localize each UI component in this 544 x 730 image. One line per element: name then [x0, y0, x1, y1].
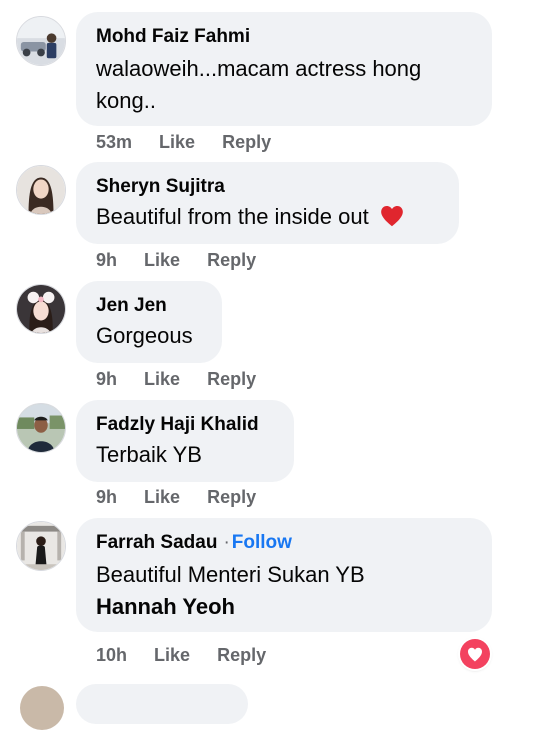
heart-icon — [468, 647, 482, 662]
like-button[interactable]: Like — [159, 132, 195, 153]
separator-dot: · — [223, 532, 230, 553]
reply-button[interactable]: Reply — [207, 250, 256, 271]
comment-text-line: walaoweih...macam actress hong — [96, 56, 422, 81]
profile-photo-icon — [17, 285, 65, 333]
follow-button[interactable]: Follow — [232, 532, 292, 553]
like-button[interactable]: Like — [144, 487, 180, 508]
profile-photo-icon — [17, 404, 65, 452]
like-button[interactable]: Like — [144, 250, 180, 271]
comment-text: Beautiful from the inside out — [96, 201, 439, 233]
mention-link[interactable]: Hannah Yeoh — [96, 591, 472, 623]
comment-time[interactable]: 9h — [96, 369, 117, 390]
comment-text: Terbaik YB — [96, 442, 202, 467]
comment-actions: 9h Like Reply — [96, 250, 256, 271]
like-button[interactable]: Like — [154, 645, 190, 666]
avatar[interactable] — [16, 284, 66, 334]
avatar[interactable] — [20, 686, 64, 730]
comment-bubble — [76, 684, 248, 724]
profile-photo-icon — [17, 522, 65, 570]
like-button[interactable]: Like — [144, 369, 180, 390]
comment-text-content: Beautiful from the inside out — [96, 204, 369, 229]
avatar[interactable] — [16, 16, 66, 66]
comment-bubble: Fadzly Haji Khalid Terbaik YB — [76, 400, 294, 482]
comment-time[interactable]: 10h — [96, 645, 127, 666]
reply-button[interactable]: Reply — [207, 369, 256, 390]
comment-actions: 9h Like Reply — [96, 487, 256, 508]
comment-bubble: Mohd Faiz Fahmi walaoweih...macam actres… — [76, 12, 492, 126]
comment-bubble: Sheryn Sujitra Beautiful from the inside… — [76, 162, 459, 244]
comment-text: Gorgeous — [96, 323, 193, 348]
reply-button[interactable]: Reply — [222, 132, 271, 153]
love-reaction-icon[interactable] — [460, 639, 490, 669]
comment-time[interactable]: 53m — [96, 132, 132, 153]
comment-actions: 10h Like Reply — [96, 645, 266, 666]
comment-author[interactable]: Jen Jen — [96, 293, 202, 319]
reply-button[interactable]: Reply — [207, 487, 256, 508]
profile-photo-icon — [17, 17, 65, 65]
comment-bubble: Farrah Sadau · Follow Beautiful Menteri Su… — [76, 518, 492, 632]
comment-author[interactable]: Farrah Sadau — [96, 532, 217, 553]
red-heart-emoji-icon — [381, 206, 403, 227]
comment-author[interactable]: Sheryn Sujitra — [96, 174, 439, 200]
comment-actions: 53m Like Reply — [96, 132, 271, 153]
comment-author[interactable]: Mohd Faiz Fahmi — [96, 24, 472, 50]
comment-time[interactable]: 9h — [96, 250, 117, 271]
comment-author-row: Farrah Sadau · Follow — [96, 530, 472, 556]
comment-actions: 9h Like Reply — [96, 369, 256, 390]
comment-time[interactable]: 9h — [96, 487, 117, 508]
comment-bubble: Jen Jen Gorgeous — [76, 281, 222, 363]
comment-text: Beautiful Menteri Sukan YB — [96, 562, 365, 587]
profile-photo-icon — [17, 166, 65, 214]
avatar[interactable] — [16, 165, 66, 215]
comment-author[interactable]: Fadzly Haji Khalid — [96, 412, 274, 438]
reply-button[interactable]: Reply — [217, 645, 266, 666]
comment-text-line: kong.. — [96, 88, 156, 113]
avatar[interactable] — [16, 403, 66, 453]
avatar[interactable] — [16, 521, 66, 571]
